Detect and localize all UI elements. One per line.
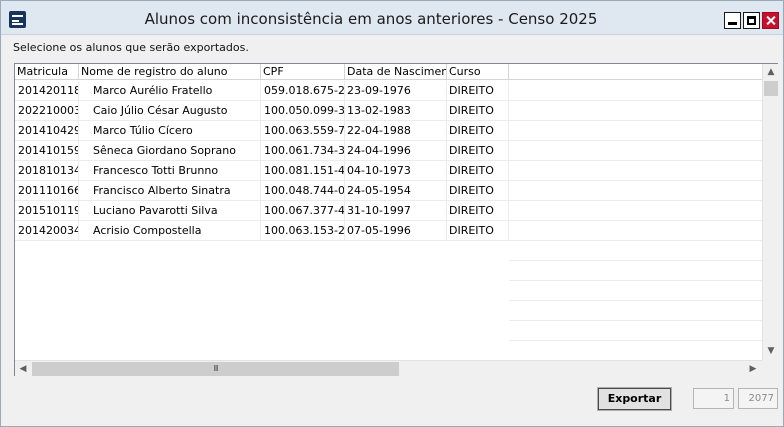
cell-matricula: 201420118 (15, 81, 79, 101)
cell-nome: Acrisio Compostella (79, 221, 261, 241)
vertical-scroll-thumb[interactable] (764, 81, 778, 96)
cell-curso: DIREITO (447, 121, 509, 141)
export-button[interactable]: Exportar (597, 387, 672, 411)
cell-curso: DIREITO (447, 181, 509, 201)
grid-line (509, 220, 762, 221)
cell-matricula: 201420034 (15, 221, 79, 241)
grid-line (509, 120, 762, 121)
cell-curso: DIREITO (447, 141, 509, 161)
table-row[interactable]: 201810134 Francesco Totti Brunno 100.081.1… (15, 161, 762, 181)
cell-nome: Sêneca Giordano Soprano (79, 141, 261, 161)
cell-matricula: 201410429 (15, 121, 79, 141)
scroll-left-icon[interactable]: ◀ (15, 361, 31, 377)
cell-nascimento: 24-04-1996 (345, 141, 447, 161)
cell-nascimento: 31-10-1997 (345, 201, 447, 221)
cell-matricula: 201410159 (15, 141, 79, 161)
cell-nascimento: 04-10-1973 (345, 161, 447, 181)
window-title: Alunos com inconsistência em anos anteri… (144, 10, 598, 28)
scroll-up-icon[interactable]: ▲ (763, 64, 779, 80)
column-header-matricula[interactable]: Matricula (15, 64, 79, 80)
table-row[interactable]: 201420118 Marco Aurélio Fratello 059.018.6… (15, 81, 762, 101)
cell-cpf: 059.018.675-21 (261, 81, 345, 101)
instruction-label: Selecione os alunos que serão exportados… (13, 41, 249, 54)
cell-cpf: 100.061.734-38 (261, 141, 345, 161)
scroll-down-icon[interactable]: ▼ (763, 343, 779, 359)
grid-line (509, 300, 762, 301)
scroll-right-icon[interactable]: ▶ (745, 361, 761, 377)
cell-nascimento: 22-04-1988 (345, 121, 447, 141)
cell-cpf: 100.067.377-49 (261, 201, 345, 221)
cell-cpf: 100.081.151-41 (261, 161, 345, 181)
table-header: Matricula Nome de registro do aluno CPF … (15, 64, 762, 80)
table-row[interactable]: 201410159 Sêneca Giordano Soprano 100.061.… (15, 141, 762, 161)
grid-line (509, 320, 762, 321)
table-row[interactable]: 201420034 Acrisio Compostella 100.063.153-… (15, 221, 762, 241)
record-counter-current: 1 (693, 388, 734, 409)
cell-cpf: 100.048.744-04 (261, 181, 345, 201)
cell-nome: Marco Túlio Cícero (79, 121, 261, 141)
grid-line (509, 160, 762, 161)
table-row[interactable]: 201110166 Francisco Alberto Sinatra 100.04… (15, 181, 762, 201)
cell-cpf: 100.063.153-21 (261, 221, 345, 241)
grid-line (509, 200, 762, 201)
grid-line (509, 140, 762, 141)
table-row[interactable]: 201410429 Marco Túlio Cícero 100.063.559-7… (15, 121, 762, 141)
cell-curso: DIREITO (447, 81, 509, 101)
grid-line (509, 180, 762, 181)
horizontal-scrollbar[interactable]: ◀ III ▶ (15, 360, 762, 376)
cell-nome: Francisco Alberto Sinatra (79, 181, 261, 201)
table-row[interactable]: 201510119 Luciano Pavarotti Silva 100.067.… (15, 201, 762, 221)
grid-line (509, 340, 762, 341)
vertical-scrollbar[interactable]: ▲ ▼ (762, 64, 778, 360)
cell-cpf: 100.050.099-36 (261, 101, 345, 121)
cell-curso: DIREITO (447, 201, 509, 221)
column-header-nascimento[interactable]: Data de Nascimento (345, 64, 447, 80)
cell-curso: DIREITO (447, 221, 509, 241)
grid-line (509, 280, 762, 281)
title-bar[interactable]: Alunos com inconsistência em anos anteri… (1, 1, 783, 35)
cell-curso: DIREITO (447, 101, 509, 121)
cell-nascimento: 07-05-1996 (345, 221, 447, 241)
horizontal-scroll-thumb[interactable]: III (32, 362, 399, 376)
scrollbar-corner (762, 360, 778, 376)
cell-nome: Francesco Totti Brunno (79, 161, 261, 181)
cell-cpf: 100.063.559-78 (261, 121, 345, 141)
column-header-curso[interactable]: Curso (447, 64, 509, 80)
record-counter-total: 2077 (738, 388, 778, 409)
cell-matricula: 201110166 (15, 181, 79, 201)
cell-nascimento: 13-02-1983 (345, 101, 447, 121)
table-row[interactable]: 202210003 Caio Júlio César Augusto 100.050… (15, 101, 762, 121)
cell-nascimento: 23-09-1976 (345, 81, 447, 101)
cell-curso: DIREITO (447, 161, 509, 181)
minimize-button[interactable] (724, 12, 741, 29)
cell-matricula: 201510119 (15, 201, 79, 221)
grid-line (509, 100, 762, 101)
cell-nome: Caio Júlio César Augusto (79, 101, 261, 121)
grid-line (509, 240, 762, 241)
cell-nome: Luciano Pavarotti Silva (79, 201, 261, 221)
dialog-window: Alunos com inconsistência em anos anteri… (0, 0, 784, 427)
grid-line (509, 260, 762, 261)
column-header-cpf[interactable]: CPF (261, 64, 345, 80)
cell-nascimento: 24-05-1954 (345, 181, 447, 201)
close-button[interactable] (762, 12, 779, 29)
students-table[interactable]: Matricula Nome de registro do aluno CPF … (14, 63, 778, 376)
column-header-nome[interactable]: Nome de registro do aluno (79, 64, 261, 80)
cell-matricula: 201810134 (15, 161, 79, 181)
maximize-button[interactable] (743, 12, 760, 29)
cell-nome: Marco Aurélio Fratello (79, 81, 261, 101)
cell-matricula: 202210003 (15, 101, 79, 121)
